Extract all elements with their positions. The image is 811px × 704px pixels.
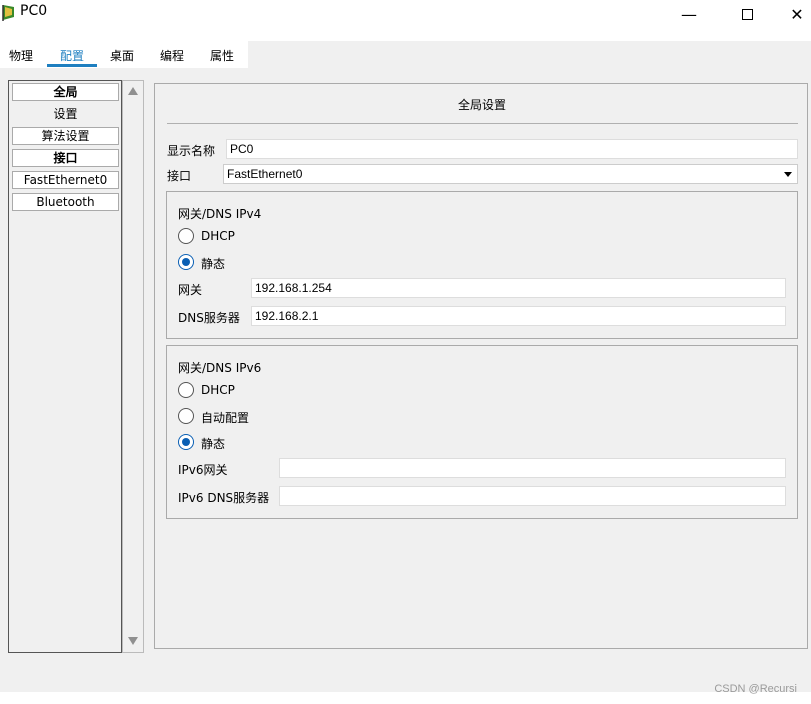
maximize-icon	[741, 8, 753, 20]
ipv6-gateway-label: IPv6网关	[178, 463, 228, 477]
ipv6-group-title: 网关/DNS IPv6	[178, 361, 262, 375]
interface-label: 接口	[167, 169, 192, 183]
ipv4-static-label: 静态	[201, 257, 226, 271]
tab-physical[interactable]: 物理	[9, 47, 33, 64]
window-title: PC0	[20, 3, 48, 19]
sidebar-item-bluetooth[interactable]: Bluetooth	[12, 193, 119, 211]
divider	[167, 123, 798, 124]
ipv6-group: 网关/DNS IPv6 DHCP 自动配置 静态 IPv6网关 IPv6 DNS…	[166, 345, 798, 519]
ipv6-auto-label: 自动配置	[201, 411, 250, 425]
pc-app-icon	[2, 5, 14, 21]
minimize-icon: —	[681, 4, 697, 24]
tab-programming[interactable]: 编程	[160, 47, 184, 64]
maximize-button[interactable]	[724, 0, 770, 28]
ipv4-gateway-input[interactable]: 192.168.1.254	[251, 278, 786, 298]
ipv6-static-radio[interactable]	[178, 434, 194, 450]
ipv4-dns-input[interactable]: 192.168.2.1	[251, 306, 786, 326]
sidebar-item-interface[interactable]: 接口	[12, 149, 119, 167]
tab-attributes[interactable]: 属性	[210, 47, 234, 64]
close-icon: ✕	[790, 4, 804, 24]
close-button[interactable]: ✕	[783, 0, 811, 28]
interface-select[interactable]: FastEthernet0	[223, 164, 798, 184]
ipv4-gateway-label: 网关	[178, 283, 203, 297]
ipv6-static-label: 静态	[201, 437, 226, 451]
ipv6-dns-input[interactable]	[279, 486, 786, 506]
sidebar-scrollbar[interactable]	[122, 80, 144, 653]
ipv4-group: 网关/DNS IPv4 DHCP 静态 网关 192.168.1.254 DNS…	[166, 191, 798, 339]
chevron-down-icon	[784, 172, 792, 177]
tab-config[interactable]: 配置	[60, 47, 84, 64]
ipv4-dns-label: DNS服务器	[178, 311, 240, 325]
ipv6-dns-label: IPv6 DNS服务器	[178, 491, 270, 505]
tab-desktop[interactable]: 桌面	[110, 47, 134, 64]
sidebar-item-settings[interactable]: 设置	[12, 106, 119, 124]
ipv6-dhcp-radio[interactable]	[178, 382, 194, 398]
ipv4-static-radio[interactable]	[178, 254, 194, 270]
minimize-button[interactable]: —	[666, 0, 712, 28]
settings-panel: 全局设置 显示名称 PC0 接口 FastEthernet0 网关/DNS IP…	[154, 83, 808, 649]
sidebar-item-fastethernet0[interactable]: FastEthernet0	[12, 171, 119, 189]
ipv6-gateway-input[interactable]	[279, 458, 786, 478]
sidebar-item-global[interactable]: 全局	[12, 83, 119, 101]
sidebar-item-algorithm-settings[interactable]: 算法设置	[12, 127, 119, 145]
sidebar: 全局 设置 算法设置 接口 FastEthernet0 Bluetooth	[8, 80, 122, 653]
ipv6-dhcp-label: DHCP	[201, 383, 235, 397]
scroll-down-icon[interactable]	[128, 637, 138, 645]
panel-title: 全局设置	[457, 98, 506, 112]
watermark-text: CSDN @Recursi	[714, 683, 797, 695]
ipv4-group-title: 网关/DNS IPv4	[178, 207, 262, 221]
title-bar: PC0 — ✕	[0, 0, 811, 28]
scroll-up-icon[interactable]	[128, 87, 138, 95]
display-name-input[interactable]: PC0	[226, 139, 798, 159]
ipv4-dhcp-radio[interactable]	[178, 228, 194, 244]
display-name-label: 显示名称	[167, 144, 216, 158]
interface-select-value: FastEthernet0	[227, 167, 303, 181]
ipv6-auto-radio[interactable]	[178, 408, 194, 424]
active-tab-indicator	[47, 64, 97, 67]
ipv4-dhcp-label: DHCP	[201, 229, 235, 243]
